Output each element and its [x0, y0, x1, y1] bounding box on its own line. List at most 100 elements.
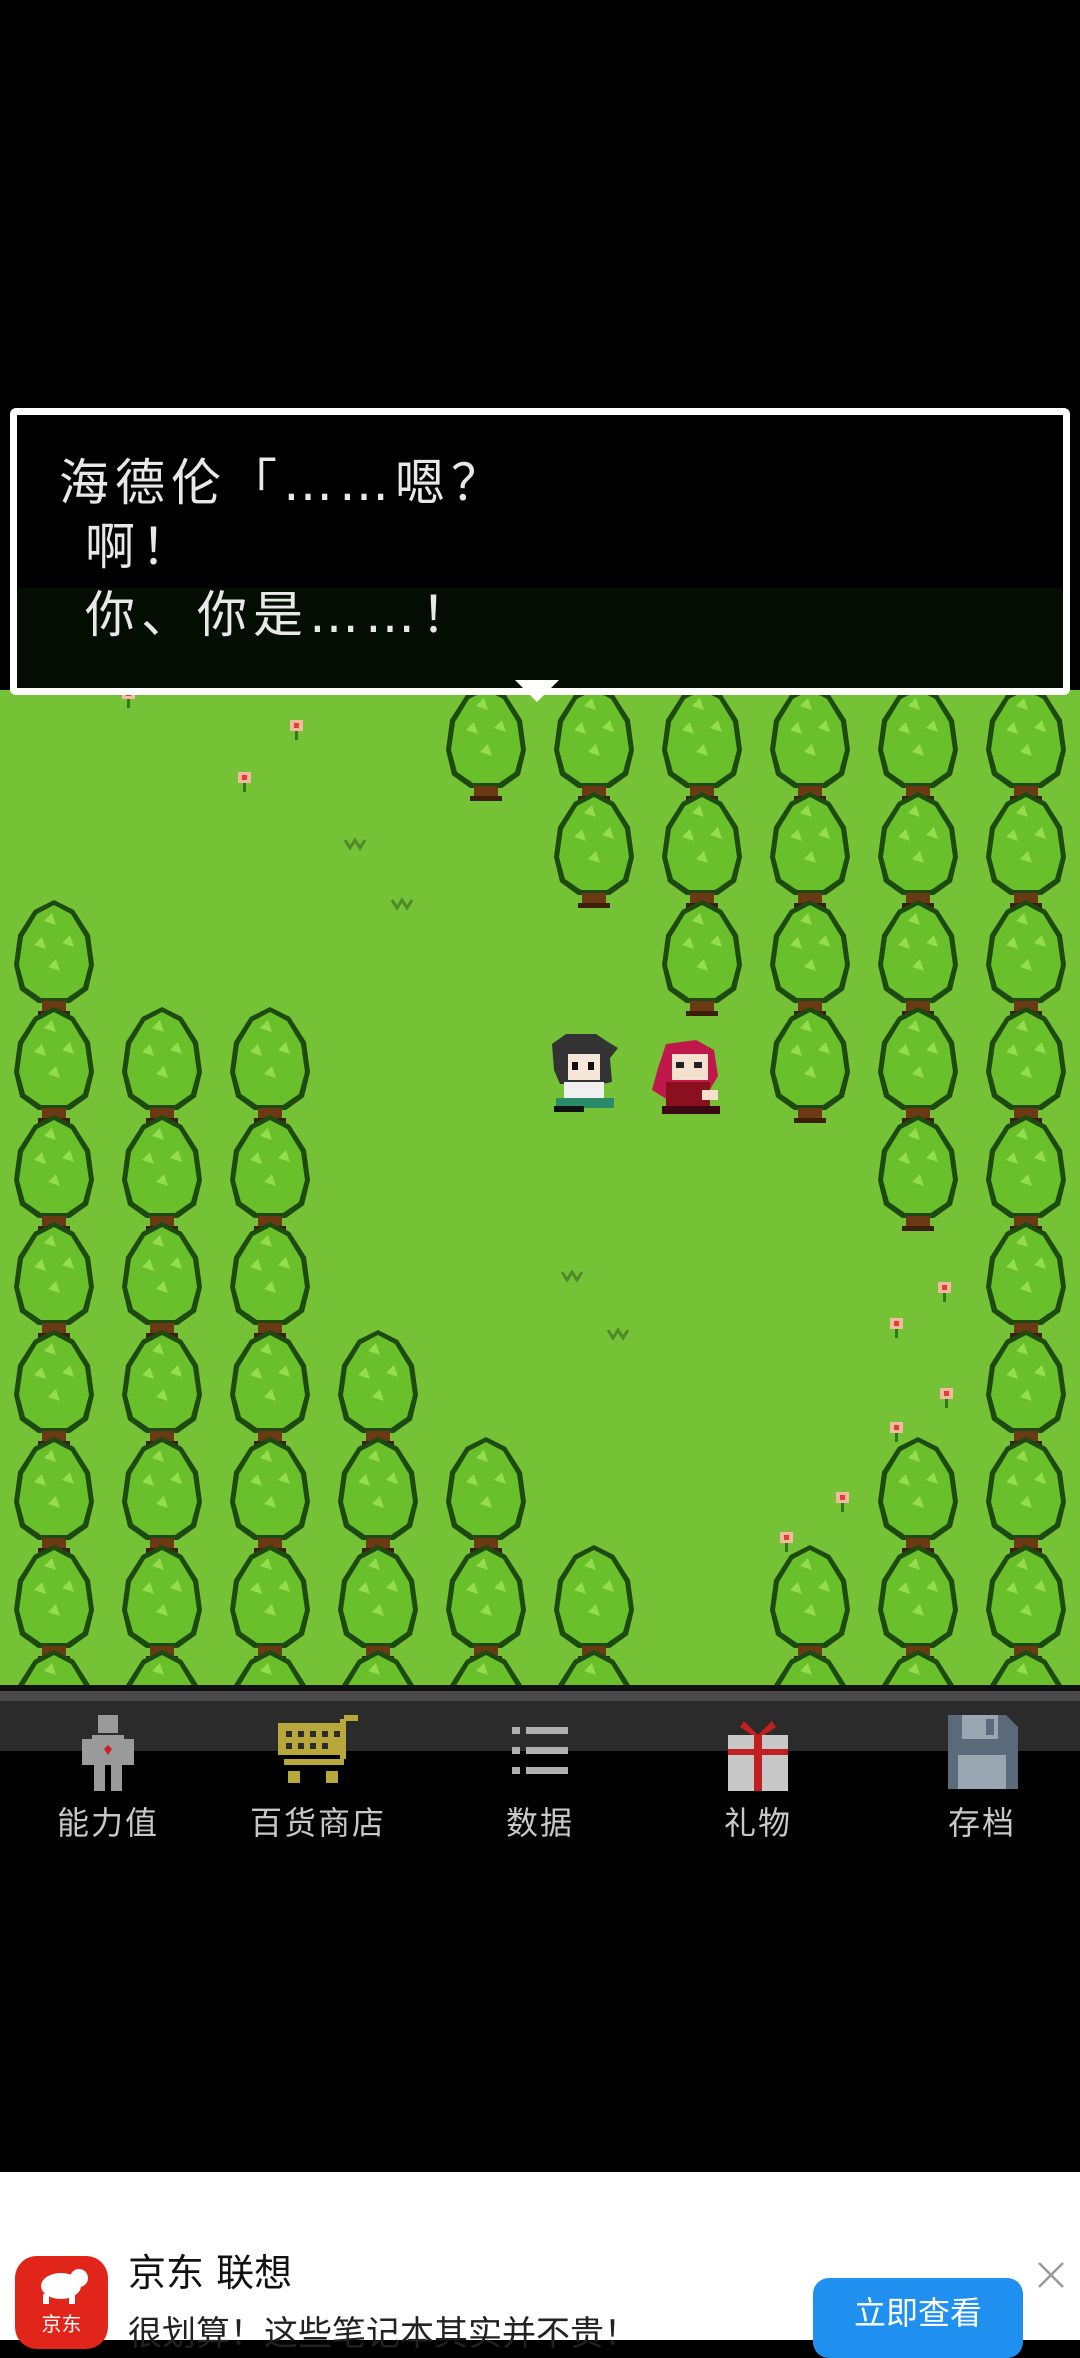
tree: [878, 690, 958, 801]
tree: [986, 900, 1066, 1016]
close-icon[interactable]: [1036, 2260, 1066, 2290]
tree: [338, 1545, 418, 1661]
tree: [122, 1222, 202, 1338]
grass-tuft: [390, 897, 414, 911]
jd-logo: 京东: [15, 2256, 108, 2349]
flower: [780, 1532, 793, 1552]
grass-tuft: [560, 1269, 584, 1283]
tree: [770, 690, 850, 801]
game-scene[interactable]: [0, 690, 1080, 1685]
tree: [986, 792, 1066, 908]
tree: [14, 900, 94, 1016]
tree: [878, 1007, 958, 1123]
dialog-line-1: 海德伦「……嗯？: [59, 454, 507, 512]
forest-clearing-map: [14, 690, 1066, 1685]
tree: [14, 1330, 94, 1446]
tree: [554, 690, 634, 801]
dialog-line-3: 你、你是……！: [85, 586, 477, 644]
tree: [986, 1115, 1066, 1231]
tree: [662, 792, 742, 908]
tree: [338, 1330, 418, 1446]
tree: [770, 900, 850, 1016]
tree: [122, 1115, 202, 1231]
tree: [986, 1330, 1066, 1446]
menu-data-button[interactable]: 数据: [432, 1713, 648, 1853]
tree: [770, 1545, 850, 1661]
tree: [446, 1545, 526, 1661]
tree: [882, 1650, 954, 1685]
bottom-menu-bar: 能力值 百货商店 数据 礼物 存档: [0, 1685, 1080, 1855]
tree: [14, 1437, 94, 1553]
tree: [230, 1545, 310, 1661]
tree: [878, 1437, 958, 1553]
tree: [770, 792, 850, 908]
jd-logo-text: 京东: [41, 2312, 82, 2336]
tree: [986, 1007, 1066, 1123]
tree: [986, 690, 1066, 801]
tree: [662, 690, 742, 801]
tree: [878, 1545, 958, 1661]
menu-save-button[interactable]: 存档: [874, 1713, 1080, 1853]
flower: [890, 1422, 903, 1442]
menu-save-label: 存档: [947, 1804, 1016, 1842]
tree: [554, 1545, 634, 1661]
tree: [234, 1650, 306, 1685]
flower: [890, 1318, 903, 1338]
ad-view-now-button[interactable]: 立即查看: [813, 2278, 1023, 2358]
flower: [938, 1282, 951, 1302]
tree: [450, 1650, 522, 1685]
tree: [878, 792, 958, 908]
tree: [986, 1437, 1066, 1553]
tree: [230, 1437, 310, 1553]
tree: [986, 1222, 1066, 1338]
menu-shop-label: 百货商店: [249, 1804, 386, 1842]
tree: [122, 1545, 202, 1661]
flower: [836, 1492, 849, 1512]
tree: [662, 900, 742, 1016]
ad-title: 京东 联想: [128, 2251, 293, 2295]
menu-shop-button[interactable]: 百货商店: [210, 1713, 426, 1853]
tree: [230, 1222, 310, 1338]
black-haired-hero: [552, 1034, 618, 1112]
tree: [122, 1330, 202, 1446]
tree: [338, 1437, 418, 1553]
menu-stats-label: 能力值: [56, 1804, 159, 1842]
tree: [986, 1545, 1066, 1661]
tree: [230, 1115, 310, 1231]
tree: [878, 1115, 958, 1231]
red-haired-heroine: [652, 1040, 720, 1114]
menu-stats-button[interactable]: 能力值: [0, 1713, 216, 1853]
figure-icon: [82, 1715, 134, 1791]
gift-icon: [728, 1721, 788, 1791]
list-icon: [512, 1727, 568, 1774]
tree: [122, 1007, 202, 1123]
tree: [446, 1437, 526, 1553]
flower: [238, 772, 251, 792]
tree: [14, 1007, 94, 1123]
tree: [14, 1115, 94, 1231]
dialog-line-2: 啊！: [85, 518, 197, 576]
floppy-disk-icon: [948, 1715, 1018, 1789]
tree: [230, 1007, 310, 1123]
tree: [230, 1330, 310, 1446]
dialog-continue-arrow-icon: [515, 680, 559, 702]
tree: [554, 792, 634, 908]
menu-gift-button[interactable]: 礼物: [650, 1713, 866, 1853]
flower: [940, 1388, 953, 1408]
tree: [18, 1650, 90, 1685]
tree: [14, 1222, 94, 1338]
ad-banner[interactable]: 京东 京东 联想 很划算！这些笔记本其实并不贵！ 立即查看: [0, 2172, 1080, 2358]
tree: [14, 1545, 94, 1661]
ad-description: 很划算！这些笔记本其实并不贵！: [128, 2314, 638, 2354]
tree: [878, 900, 958, 1016]
menu-gift-label: 礼物: [723, 1804, 792, 1842]
tree: [446, 690, 526, 801]
tree: [990, 1650, 1062, 1685]
tree: [122, 1437, 202, 1553]
tree: [774, 1650, 846, 1685]
dialog-box[interactable]: 海德伦「……嗯？ 啊！ 你、你是……！: [10, 408, 1070, 695]
tree: [342, 1650, 414, 1685]
tree: [770, 1007, 850, 1123]
menu-data-label: 数据: [505, 1804, 574, 1842]
jd-dog-icon: [41, 2269, 88, 2304]
